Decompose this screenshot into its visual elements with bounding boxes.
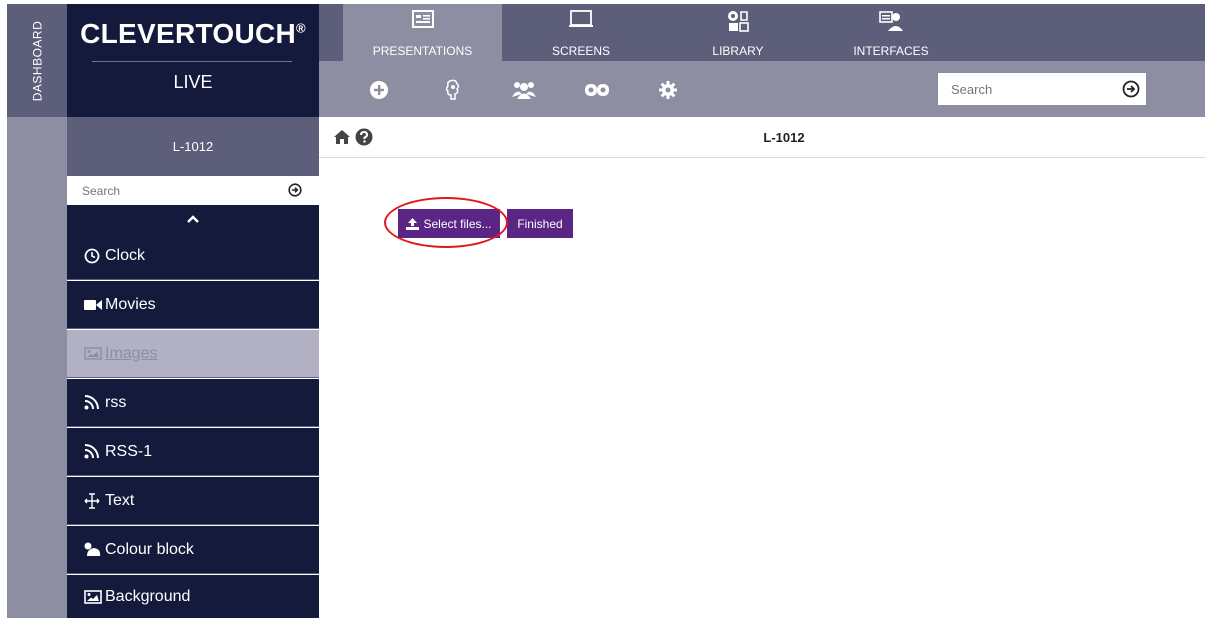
sidebar-item-label: Text — [105, 491, 135, 509]
picture-icon — [84, 589, 104, 605]
presentation-icon — [411, 10, 434, 31]
finished-button[interactable]: Finished — [507, 209, 573, 238]
color-bucket-icon — [84, 542, 104, 558]
sidebar-item-label: Background — [105, 587, 191, 605]
sidebar-search-go-icon[interactable] — [288, 183, 302, 197]
sidebar-search-input[interactable] — [67, 176, 267, 205]
sidebar-item-label: RSS-1 — [105, 442, 153, 460]
gear-icon[interactable] — [656, 78, 680, 102]
monitor-icon — [569, 10, 593, 31]
sidebar-header: L-1012 — [67, 117, 319, 176]
brand-logo: CLEVERTOUCH® — [67, 18, 319, 50]
top-search-input[interactable] — [937, 73, 1097, 105]
sidebar-item-text[interactable]: Text — [67, 477, 319, 525]
text-cursor-icon — [84, 492, 104, 509]
sidebar-item-label: Images — [105, 344, 158, 362]
tab-interfaces-label: INTERFACES — [853, 44, 929, 58]
arrow-circle-right-icon[interactable] — [1122, 80, 1140, 98]
sidebar-item-movies[interactable]: Movies — [67, 281, 319, 329]
rss-icon — [84, 395, 104, 411]
brand-subtitle: LIVE — [173, 72, 213, 92]
clock-icon — [84, 248, 104, 264]
dashboard-tab[interactable]: DASHBOARD — [7, 4, 67, 117]
dashboard-rail-lower — [7, 117, 67, 618]
users-icon[interactable] — [512, 78, 536, 102]
sidebar-item-rss[interactable]: rss — [67, 379, 319, 427]
brand-divider — [92, 61, 292, 62]
sidebar-item-label: Colour block — [105, 540, 194, 558]
sidebar-item-label: Movies — [105, 295, 156, 313]
brain-icon[interactable] — [441, 78, 465, 102]
tab-library-label: LIBRARY — [712, 44, 764, 58]
brand-name: CLEVERTOUCH — [80, 18, 297, 49]
collapse-button[interactable] — [67, 205, 319, 232]
sidebar-item-label: Clock — [105, 246, 146, 264]
tab-screens-label: SCREENS — [551, 44, 610, 58]
sidebar-item-images[interactable]: Images — [67, 330, 319, 378]
chevron-up-icon — [187, 210, 199, 228]
finished-label: Finished — [517, 216, 563, 231]
tab-library[interactable]: LIBRARY — [660, 4, 816, 61]
sidebar-item-label: rss — [105, 393, 127, 411]
image-icon — [84, 346, 104, 362]
sidebar-item-background[interactable]: Background — [67, 575, 319, 618]
dashboard-label: DASHBOARD — [30, 20, 45, 101]
tab-interfaces[interactable]: INTERFACES — [816, 4, 966, 61]
registered-mark: ® — [296, 20, 306, 36]
sidebar-item-rss-1[interactable]: RSS-1 — [67, 428, 319, 476]
media-library-icon — [727, 10, 749, 35]
plus-circle-icon[interactable] — [367, 78, 391, 102]
tab-screens[interactable]: SCREENS — [502, 4, 660, 61]
video-camera-icon — [84, 297, 104, 313]
highlight-annotation — [384, 197, 508, 248]
tab-presentations-label: PRESENTATIONS — [372, 44, 473, 58]
sidebar-item-colour-block[interactable]: Colour block — [67, 526, 319, 574]
page-title: L-1012 — [763, 130, 805, 145]
infinity-icon[interactable] — [585, 78, 609, 102]
rss-icon — [84, 444, 104, 460]
tab-presentations[interactable]: PRESENTATIONS — [343, 4, 502, 61]
sidebar-item-clock[interactable]: Clock — [67, 232, 319, 280]
interface-user-icon — [879, 10, 903, 35]
